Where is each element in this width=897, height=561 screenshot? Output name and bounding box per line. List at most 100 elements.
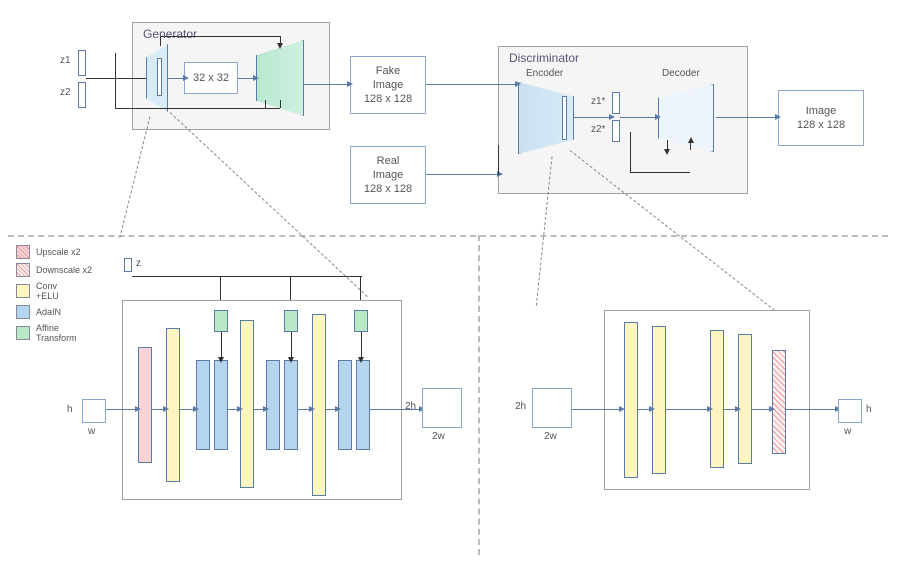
z1-bar: [78, 50, 86, 76]
gba5: [298, 409, 310, 410]
arrow-gen-fake: [304, 84, 348, 85]
eb-conv3: [710, 330, 724, 468]
legend-downscale: Downscale x2: [16, 263, 92, 277]
eb-in-box: [532, 388, 572, 428]
eba2: [666, 409, 708, 410]
eba1: [638, 409, 650, 410]
gba4: [254, 409, 264, 410]
encoder-inner-bar: [562, 96, 567, 140]
eb-conv4: [738, 334, 752, 464]
gen-bot1: [265, 100, 266, 108]
arrow-32-trap2: [238, 78, 254, 79]
gb-aff2-v: [291, 332, 292, 358]
gen-top-line-l: [160, 36, 161, 46]
dec-under-l: [630, 132, 631, 172]
gb-hw-box: [82, 399, 106, 423]
output-image-text: Image 128 x 128: [797, 104, 845, 133]
arrow-trap-32: [168, 78, 184, 79]
eb-2w-label: 2w: [544, 431, 557, 442]
legend-downscale-label: Downscale x2: [36, 265, 92, 275]
gba2: [180, 409, 194, 410]
gb-conv3: [312, 314, 326, 496]
legend-downscale-swatch: [16, 263, 30, 277]
gba6: [326, 409, 336, 410]
dashed-divider-v: [478, 235, 480, 555]
legend-affine-label: Affine Transform: [36, 323, 77, 343]
fake-image-box: Fake Image 128 x 128: [350, 56, 426, 114]
legend-conv-label: Conv +ELU: [36, 281, 59, 301]
arrow-fake-disc: [426, 84, 516, 85]
legend-affine-swatch: [16, 326, 30, 340]
z2s-bar: [612, 120, 620, 142]
eb-2h-label: 2h: [515, 401, 526, 412]
gb-h-label: h: [67, 404, 73, 415]
conn-gen-right: [170, 112, 368, 297]
z2-label: z2: [60, 87, 71, 98]
conn-gen-left: [119, 116, 150, 238]
legend-adain: AdaIN: [16, 305, 92, 319]
generator-label: Generator: [143, 27, 197, 41]
gb-2h-label: 2h: [405, 401, 416, 412]
z1s-label: z1*: [591, 96, 605, 107]
legend-upscale-label: Upscale x2: [36, 247, 81, 257]
eb-h-label: h: [866, 404, 872, 415]
gen-inner-bar: [157, 58, 162, 96]
gen-32-box: 32 x 32: [184, 62, 238, 94]
eb-out-box: [838, 399, 862, 423]
z1s-bar: [612, 92, 620, 114]
arrow-z-dec: [620, 117, 656, 118]
gb-adain3b: [356, 360, 370, 450]
eba5: [786, 409, 836, 410]
line-z: [86, 78, 146, 79]
gba0: [106, 409, 136, 410]
legend: Upscale x2 Downscale x2 Conv +ELU AdaIN …: [16, 245, 92, 347]
legend-upscale: Upscale x2: [16, 245, 92, 259]
eba3: [724, 409, 736, 410]
gb-conv2: [240, 320, 254, 488]
gb-adain1: [196, 360, 210, 450]
gb-2h2w-box: [422, 388, 462, 428]
eb-conv2: [652, 326, 666, 474]
gen-top-line: [160, 36, 280, 37]
gen-bot-line: [115, 108, 280, 109]
gen-top-line-r: [280, 36, 281, 44]
gb-aff3: [354, 310, 368, 332]
arrow-dec-out: [716, 117, 776, 118]
gb-2w-label: 2w: [432, 431, 445, 442]
legend-adain-label: AdaIN: [36, 307, 61, 317]
eb-conv1: [624, 322, 638, 478]
dashed-divider-h: [8, 235, 888, 237]
dec-under-r2: [690, 142, 691, 150]
output-image-box: Image 128 x 128: [778, 90, 864, 146]
eba4: [752, 409, 770, 410]
z2s-label: z2*: [591, 124, 605, 135]
gb-adain2b: [284, 360, 298, 450]
gb-aff2: [284, 310, 298, 332]
gb-z-bar: [124, 258, 132, 272]
arrow-real-disc-v: [498, 145, 499, 175]
gba3: [228, 409, 238, 410]
eb-downscale: [772, 350, 786, 454]
z1-label: z1: [60, 55, 71, 66]
gb-adain2: [266, 360, 280, 450]
gb-adain3: [338, 360, 352, 450]
arrow-enc-z: [574, 117, 610, 118]
arrow-real-disc: [426, 174, 498, 175]
gba1: [152, 409, 164, 410]
legend-affine: Affine Transform: [16, 323, 92, 343]
gb-aff1-v: [221, 332, 222, 358]
decoder-label: Decoder: [662, 68, 700, 79]
discriminator-label: Discriminator: [509, 51, 579, 65]
gb-aff3-v: [361, 332, 362, 358]
gb-w-label: w: [88, 426, 95, 437]
gb-adain1b: [214, 360, 228, 450]
legend-upscale-swatch: [16, 245, 30, 259]
z2-bar: [78, 82, 86, 108]
gen-bot2: [280, 100, 281, 108]
encoder-label: Encoder: [526, 68, 563, 79]
legend-adain-swatch: [16, 305, 30, 319]
eba0: [572, 409, 620, 410]
gb-upscale-bar: [138, 347, 152, 463]
dec-under: [630, 172, 690, 173]
legend-conv: Conv +ELU: [16, 281, 92, 301]
